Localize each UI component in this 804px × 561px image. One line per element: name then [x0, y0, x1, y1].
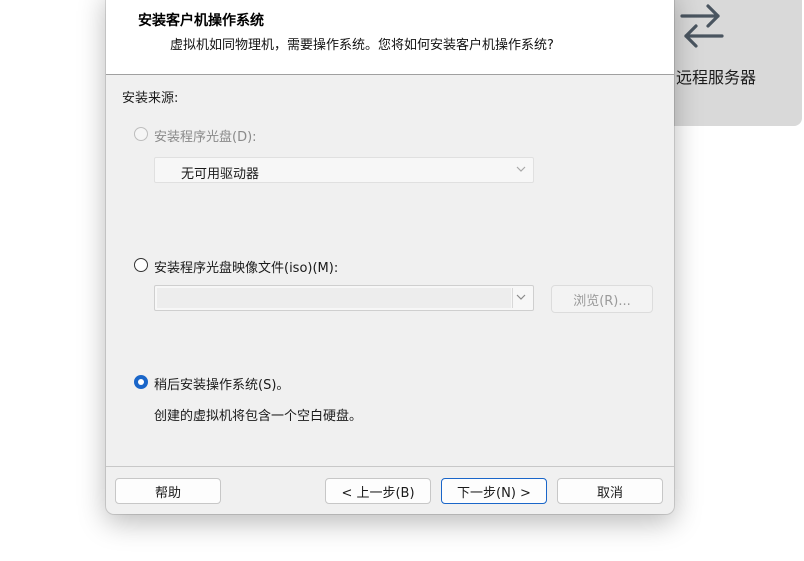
drive-select-value: 无可用驱动器: [181, 167, 260, 182]
next-button[interactable]: 下一步(N) >: [441, 478, 547, 504]
iso-path-combo[interactable]: [154, 285, 534, 311]
chevron-down-icon: [516, 166, 526, 172]
swap-arrows-icon: [680, 4, 724, 48]
cancel-button[interactable]: 取消: [557, 478, 663, 504]
iso-radio[interactable]: [134, 258, 148, 272]
help-button[interactable]: 帮助: [115, 478, 221, 504]
iso-option-label: 安装程序光盘映像文件(iso)(M):: [154, 261, 339, 276]
drive-select[interactable]: 无可用驱动器: [154, 157, 534, 183]
iso-path-input[interactable]: [157, 288, 511, 308]
remote-server-label: 远程服务器: [676, 68, 757, 87]
install-later-description: 创建的虚拟机将包含一个空白硬盘。: [154, 409, 363, 424]
dialog-subtitle: 虚拟机如同物理机，需要操作系统。您将如何安装客户机操作系统?: [170, 38, 554, 53]
install-later-label: 稍后安装操作系统(S)。: [154, 378, 290, 393]
disc-radio[interactable]: [134, 127, 148, 141]
dialog-title: 安装客户机操作系统: [138, 13, 264, 29]
footer-divider: [106, 466, 674, 467]
disc-option-label: 安装程序光盘(D):: [154, 130, 257, 145]
install-source-label: 安装来源:: [122, 91, 179, 106]
combo-divider: [512, 288, 513, 308]
chevron-down-icon: [516, 294, 526, 300]
dialog-header: 安装客户机操作系统 虚拟机如同物理机，需要操作系统。您将如何安装客户机操作系统?: [106, 0, 674, 75]
browse-button[interactable]: 浏览(R)...: [551, 285, 653, 313]
install-later-radio[interactable]: [134, 375, 148, 389]
install-guest-os-dialog: 安装客户机操作系统 虚拟机如同物理机，需要操作系统。您将如何安装客户机操作系统?…: [106, 0, 674, 514]
back-button[interactable]: < 上一步(B): [325, 478, 431, 504]
